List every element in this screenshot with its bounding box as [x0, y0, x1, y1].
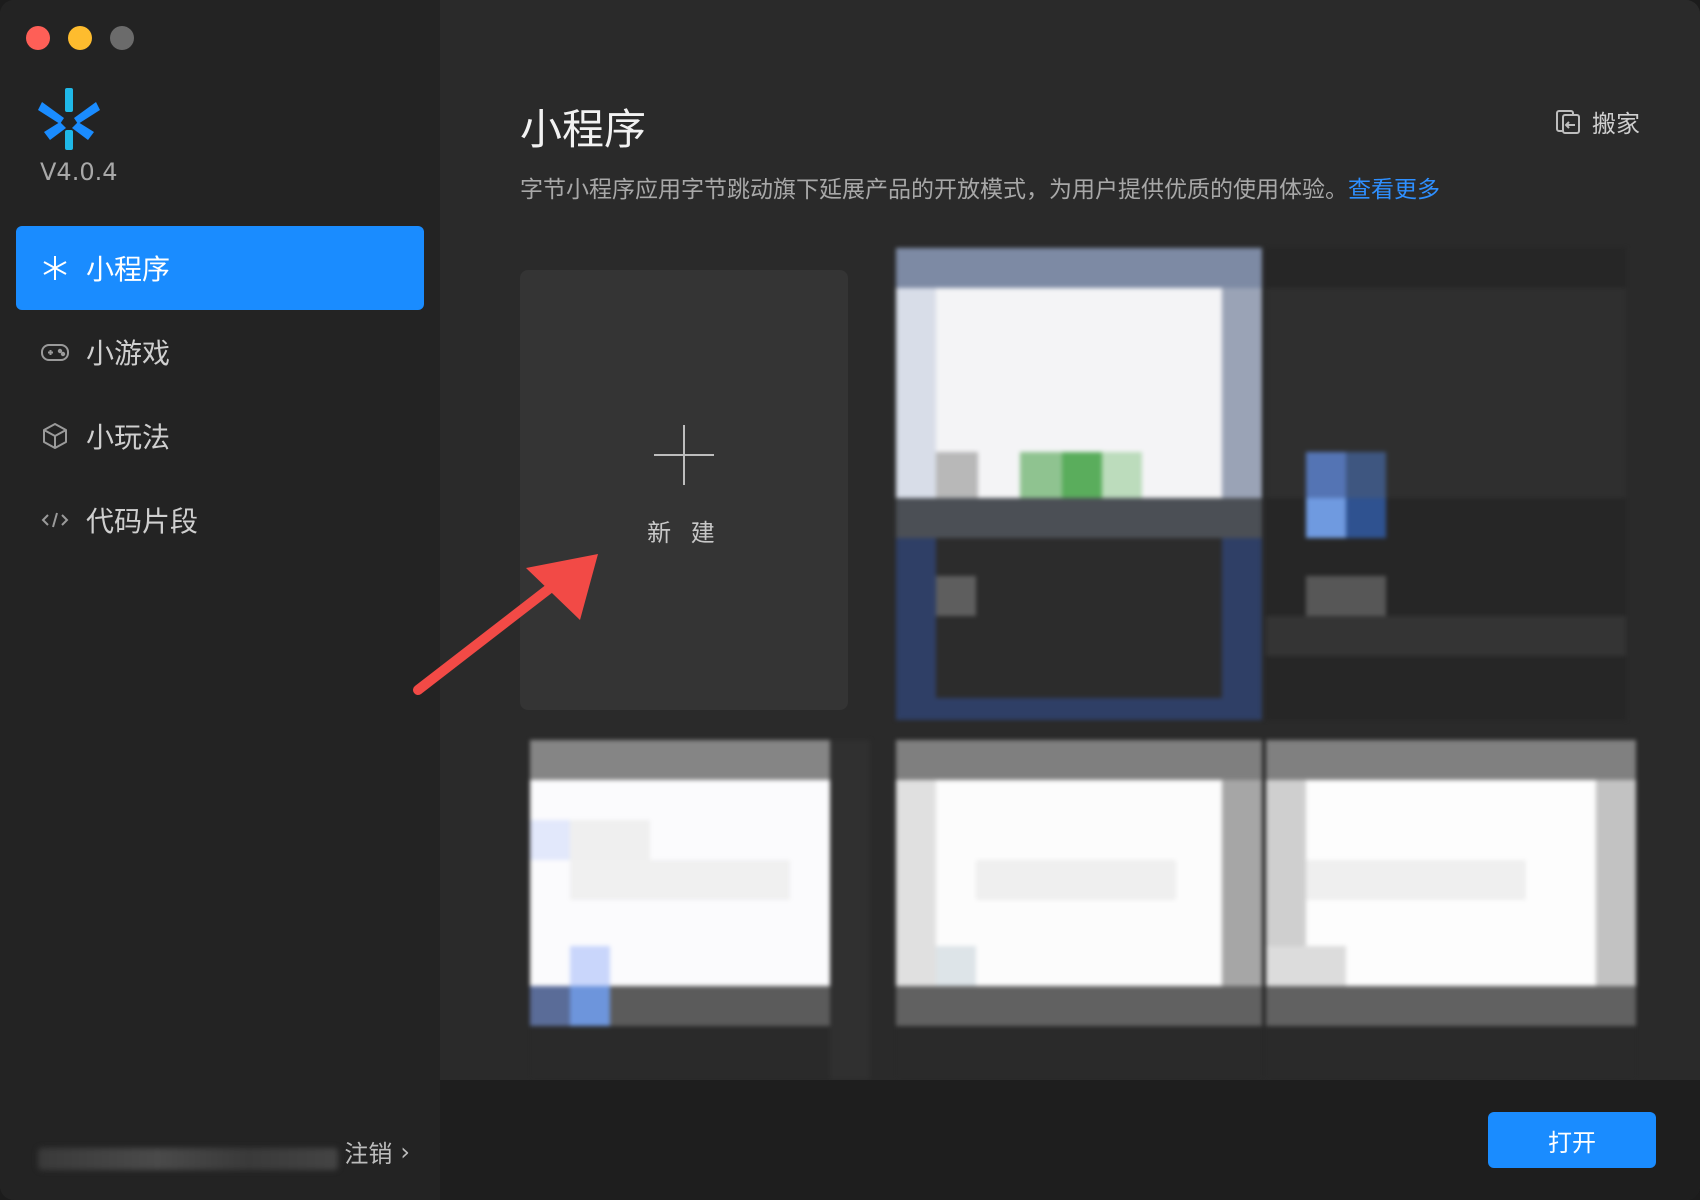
learn-more-link[interactable]: 查看更多 — [1348, 177, 1440, 203]
minimize-window-button[interactable] — [68, 26, 92, 50]
sidebar-nav: 小程序 小游戏 小玩法 代码片段 — [16, 226, 424, 562]
close-window-button[interactable] — [26, 26, 50, 50]
new-project-label: 新 建 — [647, 518, 721, 547]
sidebar-item-mini-play[interactable]: 小玩法 — [16, 394, 424, 478]
annotation-arrow-icon — [413, 554, 598, 695]
move-icon — [1556, 109, 1580, 134]
sidebar-item-mini-game[interactable]: 小游戏 — [16, 310, 424, 394]
user-account-name — [38, 1148, 338, 1170]
project-thumbnail[interactable] — [896, 248, 1262, 720]
logout-label: 注销 — [344, 1140, 393, 1168]
sidebar-item-code-snippets[interactable]: 代码片段 — [16, 478, 424, 562]
asterisk-icon — [40, 253, 70, 283]
app-window: V4.0.4 小程序 小游戏 小玩法 代码片段 注销 › 小程序 搬家 字节小程… — [0, 0, 1700, 1200]
sidebar-item-mini-program[interactable]: 小程序 — [16, 226, 424, 310]
logout-button[interactable]: 注销 › — [344, 1134, 410, 1169]
code-icon — [40, 505, 70, 535]
project-thumbnail[interactable] — [1266, 740, 1636, 1080]
project-thumbnail[interactable] — [530, 740, 870, 1080]
sidebar: V4.0.4 小程序 小游戏 小玩法 代码片段 注销 › — [0, 0, 440, 1200]
move-button[interactable]: 搬家 — [1554, 104, 1640, 139]
app-version: V4.0.4 — [40, 158, 118, 186]
sidebar-item-label: 小游戏 — [86, 337, 171, 370]
open-button[interactable]: 打开 — [1488, 1112, 1656, 1168]
project-thumbnail[interactable] — [896, 740, 1262, 1080]
plus-icon — [652, 423, 716, 487]
move-label: 搬家 — [1592, 110, 1640, 138]
sidebar-item-label: 小玩法 — [86, 421, 171, 454]
main-content: 小程序 搬家 字节小程序应用字节跳动旗下延展产品的开放模式，为用户提供优质的使用… — [440, 0, 1700, 1200]
sidebar-item-label: 代码片段 — [86, 505, 199, 538]
window-controls — [26, 26, 134, 50]
sidebar-item-label: 小程序 — [86, 253, 171, 286]
description-text: 字节小程序应用字节跳动旗下延展产品的开放模式，为用户提供优质的使用体验。 — [520, 177, 1348, 203]
page-description: 字节小程序应用字节跳动旗下延展产品的开放模式，为用户提供优质的使用体验。查看更多 — [520, 170, 1440, 204]
chevron-right-icon: › — [400, 1137, 410, 1166]
app-logo-icon — [38, 88, 100, 150]
project-thumbnail[interactable] — [1266, 248, 1626, 720]
bottom-action-bar: 打开 — [440, 1080, 1700, 1200]
cube-icon — [40, 421, 70, 451]
gamepad-icon — [40, 337, 70, 367]
zoom-window-button[interactable] — [110, 26, 134, 50]
page-title: 小程序 — [520, 105, 647, 154]
